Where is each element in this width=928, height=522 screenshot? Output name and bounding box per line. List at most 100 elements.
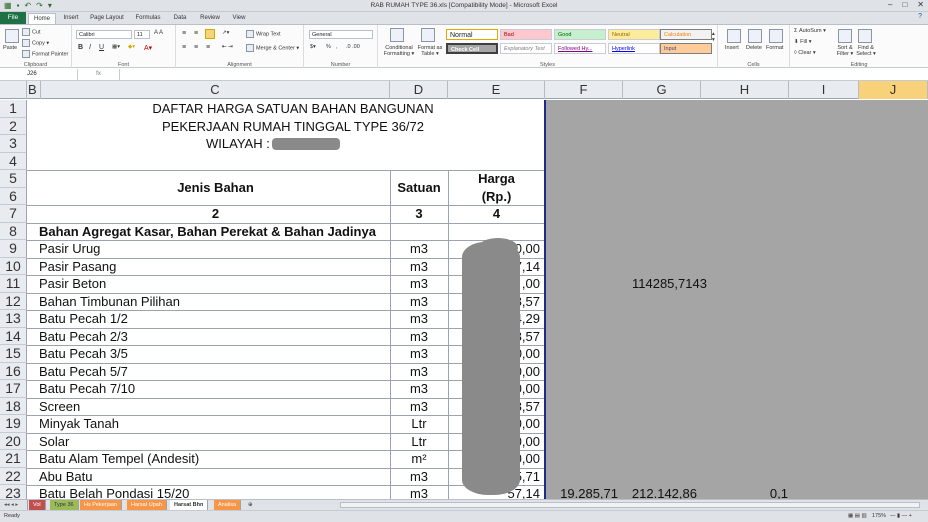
sheet-tab-analisa[interactable]: Analisa — [214, 500, 242, 510]
minimize-button[interactable]: – — [888, 0, 892, 9]
col-header-f[interactable]: F — [545, 81, 623, 99]
italic-button[interactable]: I — [89, 44, 91, 51]
number-format-select[interactable]: General — [309, 30, 373, 39]
name-box[interactable]: J26 — [0, 69, 78, 80]
row-header[interactable]: 5 — [0, 170, 27, 188]
bold-button[interactable]: B — [78, 44, 83, 51]
style-check-cell[interactable]: Check Cell — [446, 43, 498, 54]
col-header-h[interactable]: H — [701, 81, 789, 99]
row-header[interactable]: 10 — [0, 257, 27, 275]
row-header[interactable]: 22 — [0, 467, 27, 485]
view-buttons-icon[interactable]: ▦ ▤ ▥ — [848, 511, 867, 522]
close-button[interactable]: ✕ — [917, 0, 924, 9]
format-table-icon[interactable] — [421, 28, 435, 42]
col-header-c[interactable]: C — [41, 81, 390, 99]
sheet-tab-type36[interactable]: Type 36 — [50, 500, 79, 510]
tab-formulas[interactable]: Formulas — [131, 13, 165, 24]
row-header[interactable]: 19 — [0, 415, 27, 433]
row-header[interactable]: 17 — [0, 380, 27, 398]
wrap-text-button[interactable]: Wrap Text — [246, 30, 281, 38]
align-right-icon[interactable]: ≡ — [206, 44, 210, 51]
tab-file[interactable]: File — [0, 12, 26, 24]
row-header[interactable]: 20 — [0, 432, 27, 450]
tab-view[interactable]: View — [228, 13, 250, 24]
decimal-icon[interactable]: .0 .00 — [346, 44, 360, 50]
col-header-j[interactable]: J — [859, 81, 928, 99]
row-header[interactable]: 4 — [0, 152, 27, 170]
sheet-tab-hs-pekerjaan[interactable]: Hs Pekerjaan — [80, 500, 123, 510]
conditional-formatting-icon[interactable] — [390, 28, 404, 42]
tab-insert[interactable]: Insert — [58, 13, 84, 24]
insert-cells-icon[interactable] — [727, 29, 741, 43]
row-header[interactable]: 6 — [0, 187, 27, 205]
align-top-icon[interactable]: ≡ — [182, 30, 186, 37]
sheet-tab-vol[interactable]: Vol — [29, 500, 46, 510]
tab-home[interactable]: Home — [28, 13, 56, 24]
fill-button[interactable]: ⬇ Fill ▾ — [794, 39, 811, 45]
font-color-icon[interactable]: A▾ — [144, 44, 152, 52]
fx-button[interactable]: fx — [78, 69, 120, 80]
row-header[interactable]: 12 — [0, 292, 27, 310]
col-header-e[interactable]: E — [448, 81, 545, 99]
delete-cells-icon[interactable] — [748, 29, 762, 43]
delete-button[interactable]: Delete — [746, 45, 762, 51]
sheet-nav-icons[interactable]: ◂◂ ◂ ▸ ▸▸ — [0, 500, 28, 518]
indent-icon[interactable]: ⇤ ⇥ — [222, 44, 233, 50]
align-middle-icon[interactable]: ≡ — [194, 30, 198, 37]
copy-button[interactable]: Copy ▾ — [22, 39, 49, 47]
row-header[interactable]: 14 — [0, 327, 27, 345]
row-header[interactable]: 15 — [0, 345, 27, 363]
help-icon[interactable]: ? — [918, 13, 922, 20]
grow-font-button[interactable]: A A — [154, 30, 163, 36]
style-neutral[interactable]: Neutral — [608, 29, 660, 40]
font-size-select[interactable]: 11 — [134, 30, 150, 39]
sort-filter-icon[interactable] — [838, 29, 852, 43]
insert-sheet-icon[interactable]: ⊕ — [244, 500, 257, 510]
select-all-corner[interactable] — [0, 81, 27, 99]
row-header[interactable]: 2 — [0, 117, 27, 135]
style-explanatory[interactable]: Explanatory Text — [500, 43, 552, 54]
style-hyperlink[interactable]: Hyperlink — [608, 43, 660, 54]
tab-review[interactable]: Review — [196, 13, 224, 24]
insert-button[interactable]: Insert — [725, 45, 739, 51]
paste-button[interactable]: Paste — [3, 45, 17, 51]
style-bad[interactable]: Bad — [500, 29, 552, 40]
tab-data[interactable]: Data — [168, 13, 192, 24]
orientation-icon[interactable]: ↗▾ — [222, 30, 229, 36]
maximize-button[interactable]: □ — [902, 0, 907, 9]
sheet-tab-harsat-bhn[interactable]: Harsat Bhn — [170, 500, 209, 510]
horizontal-scrollbar[interactable] — [340, 502, 920, 508]
col-header-i[interactable]: I — [789, 81, 859, 99]
row-header[interactable]: 7 — [0, 205, 27, 223]
paste-icon[interactable] — [5, 29, 19, 43]
col-header-g[interactable]: G — [623, 81, 701, 99]
cut-button[interactable]: Cut — [22, 28, 41, 36]
merge-center-button[interactable]: Merge & Center ▾ — [246, 44, 299, 52]
zoom-slider[interactable]: — ▮ — + — [890, 511, 912, 522]
underline-button[interactable]: U — [99, 44, 104, 51]
row-header[interactable]: 1 — [0, 100, 27, 118]
percent-button[interactable]: % — [326, 44, 331, 50]
row-header[interactable]: 11 — [0, 275, 27, 293]
row-header[interactable]: 8 — [0, 222, 27, 240]
worksheet-grid[interactable]: B C D E F G H I J 1 2 3 4 5 6 7 8 9 10 11 12 13 14 15 1… — [0, 81, 928, 499]
comma-button[interactable]: , — [336, 44, 338, 50]
format-as-table-button[interactable]: Format as Table ▾ — [416, 45, 444, 57]
col-header-d[interactable]: D — [390, 81, 448, 99]
styles-scroll-icon[interactable]: ▴ ▾ — [712, 31, 715, 43]
style-followed-hyperlink[interactable]: Followed Hy... — [554, 43, 606, 54]
style-input[interactable]: Input — [660, 43, 712, 54]
format-button[interactable]: Format — [766, 45, 783, 51]
conditional-formatting-button[interactable]: Conditional Formatting ▾ — [382, 45, 416, 57]
sheet-tab-harsat-upah[interactable]: Harsat Upah — [127, 500, 167, 510]
format-cells-icon[interactable] — [769, 29, 783, 43]
align-bottom-icon[interactable] — [205, 29, 215, 39]
row-header[interactable]: 16 — [0, 362, 27, 380]
fill-color-icon[interactable]: ◆▾ — [128, 44, 135, 50]
row-header[interactable]: 23 — [0, 485, 27, 499]
clear-button[interactable]: ◊ Clear ▾ — [794, 50, 816, 56]
borders-icon[interactable]: ▦▾ — [112, 44, 120, 50]
style-good[interactable]: Good — [554, 29, 606, 40]
font-name-select[interactable]: Calibri — [76, 30, 132, 39]
formula-input[interactable] — [122, 69, 922, 80]
